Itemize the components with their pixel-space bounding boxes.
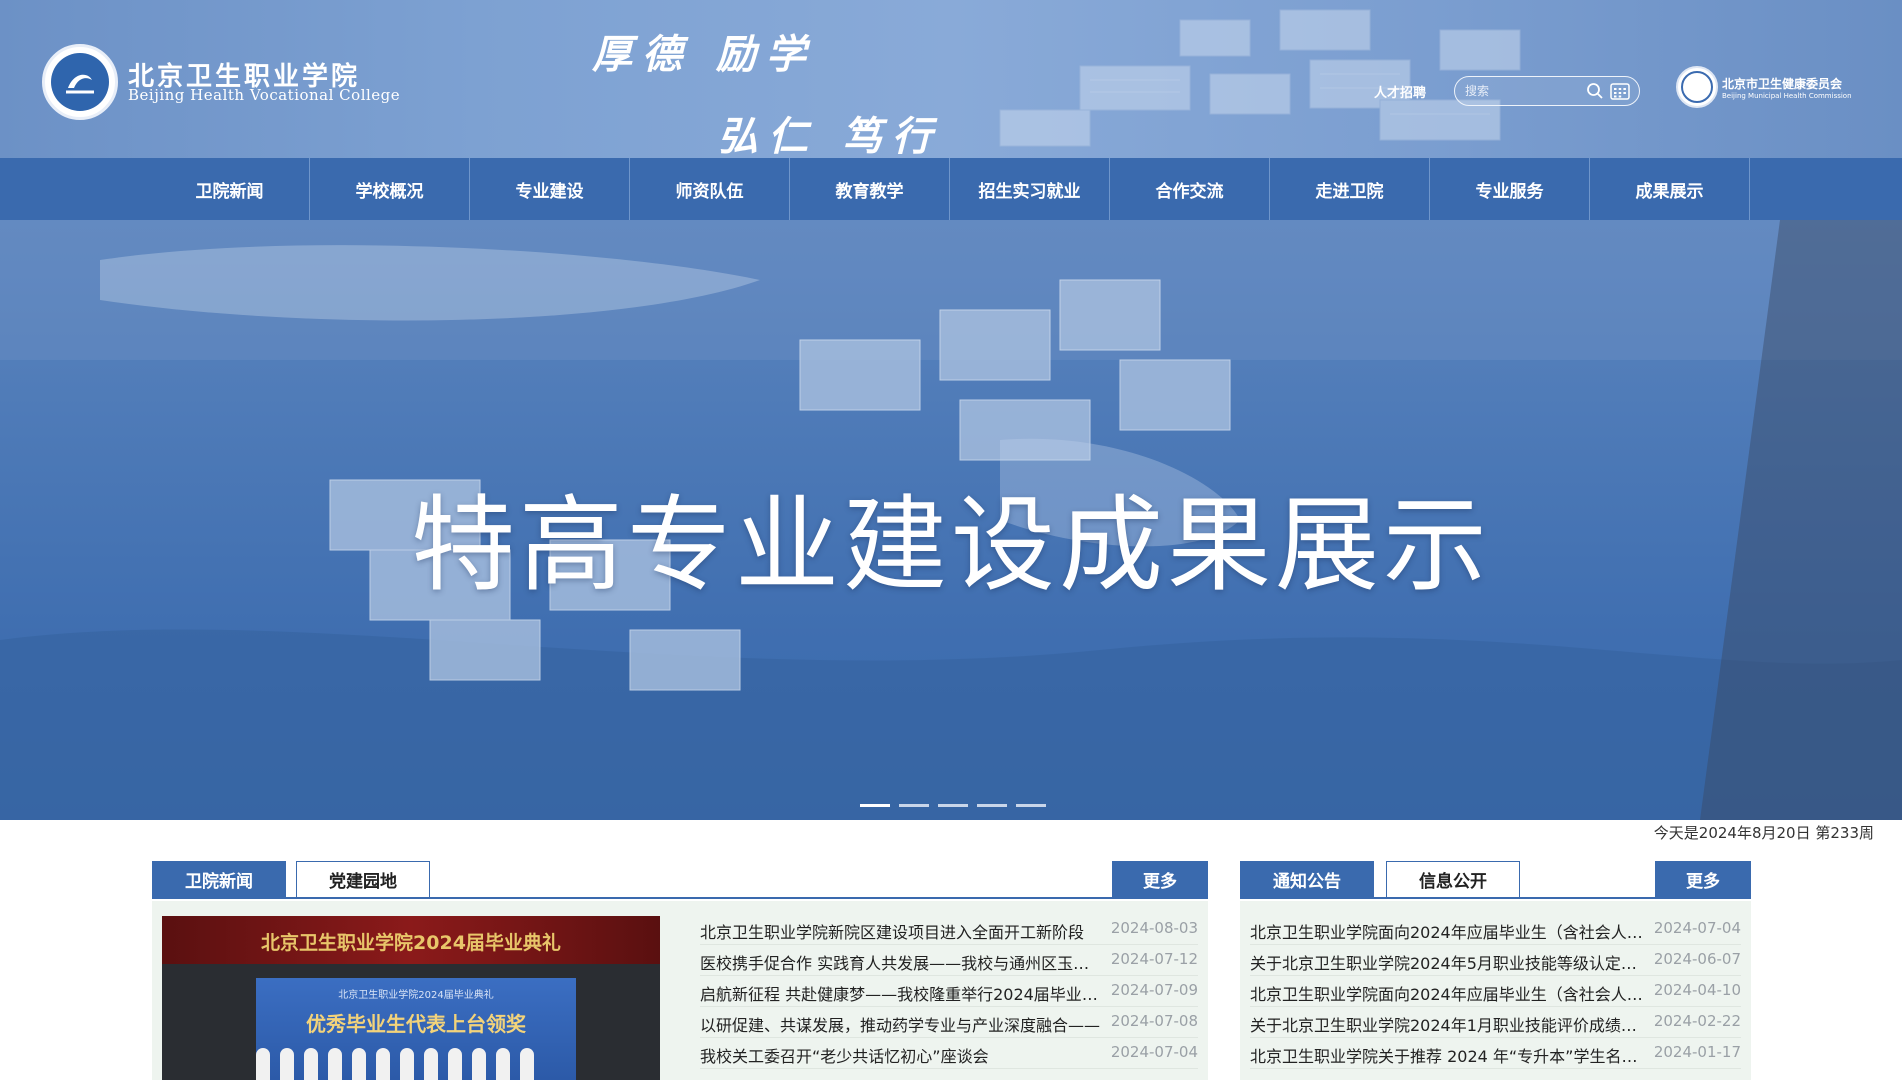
health-commission-link[interactable]: 北京市卫生健康委员会 Beijing Municipal Health Comm… xyxy=(1676,66,1852,108)
school-logo[interactable] xyxy=(42,44,118,120)
news-item-title[interactable]: 医校携手促合作 实践育人共发展——我校与通州区玉桥社区卫生服务中心 xyxy=(700,950,1100,974)
photo-title: 北京卫生职业学院2024届毕业典礼 xyxy=(261,932,561,954)
tab-info-disclosure[interactable]: 信息公开 xyxy=(1386,861,1520,897)
news-more-button[interactable]: 更多 xyxy=(1112,861,1208,897)
notice-item-title[interactable]: 关于北京卫生职业学院2024年1月职业技能评价成绩的公示 xyxy=(1250,1012,1646,1036)
notice-item[interactable]: 北京卫生职业学院关于推荐 2024 年“专升本”学生名单的公示 2024-01-1… xyxy=(1250,1038,1741,1069)
nav-item-achievements[interactable]: 成果展示 xyxy=(1590,158,1750,220)
nav-item-news[interactable]: 卫院新闻 xyxy=(150,158,310,220)
news-item-title[interactable]: 启航新征程 共赴健康梦——我校隆重举行2024届毕业典礼 xyxy=(700,981,1100,1005)
photo-subtitle: 北京卫生职业学院2024届毕业典礼 xyxy=(338,990,494,1001)
commission-name-en: Beijing Municipal Health Commission xyxy=(1722,91,1852,100)
page: { "header": { "school_name_cn": "北京卫生职业学… xyxy=(0,0,1902,1080)
notice-item-date: 2024-07-04 xyxy=(1653,919,1741,937)
talent-recruitment-link[interactable]: 人才招聘 xyxy=(1374,82,1426,101)
notice-item-date: 2024-04-10 xyxy=(1653,981,1741,999)
calendar-icon[interactable] xyxy=(1609,81,1631,101)
news-item-title[interactable]: 以研促建、共谋发展，推动药学专业与产业深度融合—— xyxy=(700,1012,1100,1036)
magnifier-icon xyxy=(1587,83,1603,99)
notice-item-title[interactable]: 北京卫生职业学院关于推荐 2024 年“专升本”学生名单的公示 xyxy=(1250,1043,1646,1067)
news-tabbar: 卫院新闻 党建园地 更多 xyxy=(152,861,1208,899)
notice-body: 北京卫生职业学院面向2024年应届毕业生（含社会人员） 2024-07-04 关于… xyxy=(1240,901,1751,1080)
news-panel: 卫院新闻 党建园地 更多 北京卫生职业学院2024届毕业典礼 北京卫生职业学院2… xyxy=(152,861,1208,1080)
nav-item-majors[interactable]: 专业建设 xyxy=(470,158,630,220)
nav-item-admissions[interactable]: 招生实习就业 xyxy=(950,158,1110,220)
news-item-date: 2024-07-09 xyxy=(1110,981,1198,999)
notice-item[interactable]: 关于北京卫生职业学院2024年5月职业技能等级认定成绩 2024-06-07 xyxy=(1250,945,1741,976)
news-item[interactable]: 医校携手促合作 实践育人共发展——我校与通州区玉桥社区卫生服务中心 2024-07… xyxy=(700,945,1198,976)
tab-party-building[interactable]: 党建园地 xyxy=(296,861,430,897)
nav-item-faculty[interactable]: 师资队伍 xyxy=(630,158,790,220)
notice-panel: 通知公告 信息公开 更多 北京卫生职业学院面向2024年应届毕业生（含社会人员）… xyxy=(1240,861,1751,1080)
notice-item-title[interactable]: 关于北京卫生职业学院2024年5月职业技能等级认定成绩 xyxy=(1250,950,1646,974)
news-item-date: 2024-08-03 xyxy=(1110,919,1198,937)
notice-item-title[interactable]: 北京卫生职业学院面向2024年应届毕业生（含社会人员） xyxy=(1250,919,1646,943)
photo-people xyxy=(256,1048,544,1080)
logo-emblem-icon xyxy=(51,53,109,111)
nav-item-services[interactable]: 专业服务 xyxy=(1430,158,1590,220)
notice-tabbar: 通知公告 信息公开 更多 xyxy=(1240,861,1751,899)
slider-dot-2[interactable] xyxy=(899,804,929,807)
slider-dot-1[interactable] xyxy=(860,804,890,807)
news-item-title[interactable]: 北京卫生职业学院新院区建设项目进入全面开工新阶段 xyxy=(700,919,1100,943)
logo-mark-icon xyxy=(66,74,94,94)
campus-illustration xyxy=(999,9,1521,147)
commission-seal-icon xyxy=(1676,66,1718,108)
hero-banner[interactable]: 特高专业建设成果展示 xyxy=(0,220,1902,820)
nav-item-about[interactable]: 走进卫院 xyxy=(1270,158,1430,220)
calendar-grid-icon xyxy=(1610,83,1630,100)
notice-more-button[interactable]: 更多 xyxy=(1655,861,1751,897)
news-list: 北京卫生职业学院新院区建设项目进入全面开工新阶段 2024-08-03 医校携手促… xyxy=(700,914,1198,1069)
notice-list: 北京卫生职业学院面向2024年应届毕业生（含社会人员） 2024-07-04 关于… xyxy=(1250,914,1741,1069)
date-week-info: 今天是2024年8月20日 第233周 xyxy=(1653,824,1874,842)
commission-name-cn: 北京市卫生健康委员会 xyxy=(1722,76,1843,91)
slider-dot-4[interactable] xyxy=(977,804,1007,807)
search-box xyxy=(1454,76,1640,106)
motto-line-2: 弘仁 笃行 xyxy=(718,113,942,158)
notice-item-date: 2024-02-22 xyxy=(1653,1012,1741,1030)
school-name-en: Beijing Health Vocational College xyxy=(128,86,401,104)
notice-item-date: 2024-01-17 xyxy=(1653,1043,1741,1061)
news-item[interactable]: 我校关工委召开“老少共话忆初心”座谈会 2024-07-04 xyxy=(700,1038,1198,1069)
banner-title: 特高专业建设成果展示 xyxy=(410,484,1491,606)
news-item[interactable]: 启航新征程 共赴健康梦——我校隆重举行2024届毕业典礼 2024-07-09 xyxy=(700,976,1198,1007)
tab-school-news[interactable]: 卫院新闻 xyxy=(152,861,286,897)
notice-item-date: 2024-06-07 xyxy=(1653,950,1741,968)
site-header: 北京卫生职业学院 Beijing Health Vocational Colle… xyxy=(0,0,1902,158)
slider-dot-5[interactable] xyxy=(1016,804,1046,807)
notice-item-title[interactable]: 北京卫生职业学院面向2024年应届毕业生（含社会人员） xyxy=(1250,981,1646,1005)
news-item[interactable]: 北京卫生职业学院新院区建设项目进入全面开工新阶段 2024-08-03 xyxy=(700,914,1198,945)
news-body: 北京卫生职业学院2024届毕业典礼 北京卫生职业学院2024届毕业典礼 优秀毕业… xyxy=(152,901,1208,1080)
tab-notices[interactable]: 通知公告 xyxy=(1240,861,1374,897)
news-item-date: 2024-07-08 xyxy=(1110,1012,1198,1030)
main-nav: 卫院新闻 学校概况 专业建设 师资队伍 教育教学 招生实习就业 合作交流 走进卫… xyxy=(0,158,1902,220)
news-item-title[interactable]: 我校关工委召开“老少共话忆初心”座谈会 xyxy=(700,1043,1100,1067)
nav-item-overview[interactable]: 学校概况 xyxy=(310,158,470,220)
news-item[interactable]: 以研促建、共谋发展，推动药学专业与产业深度融合—— 2024-07-08 xyxy=(700,1007,1198,1038)
news-item-date: 2024-07-04 xyxy=(1110,1043,1198,1061)
slider-dots xyxy=(860,804,1055,807)
nav-item-cooperation[interactable]: 合作交流 xyxy=(1110,158,1270,220)
notice-item[interactable]: 北京卫生职业学院面向2024年应届毕业生（含社会人员） 2024-04-10 xyxy=(1250,976,1741,1007)
nav-item-teaching[interactable]: 教育教学 xyxy=(790,158,950,220)
news-feature-photo[interactable]: 北京卫生职业学院2024届毕业典礼 北京卫生职业学院2024届毕业典礼 优秀毕业… xyxy=(162,916,660,1080)
notice-item[interactable]: 北京卫生职业学院面向2024年应届毕业生（含社会人员） 2024-07-04 xyxy=(1250,914,1741,945)
motto-line-1: 厚德 励学 xyxy=(592,31,816,78)
search-input[interactable] xyxy=(1465,81,1581,101)
search-icon[interactable] xyxy=(1585,82,1605,102)
news-item-date: 2024-07-12 xyxy=(1110,950,1198,968)
slider-dot-3[interactable] xyxy=(938,804,968,807)
photo-caption: 优秀毕业生代表上台领奖 xyxy=(306,1012,526,1036)
notice-item[interactable]: 关于北京卫生职业学院2024年1月职业技能评价成绩的公示 2024-02-22 xyxy=(1250,1007,1741,1038)
